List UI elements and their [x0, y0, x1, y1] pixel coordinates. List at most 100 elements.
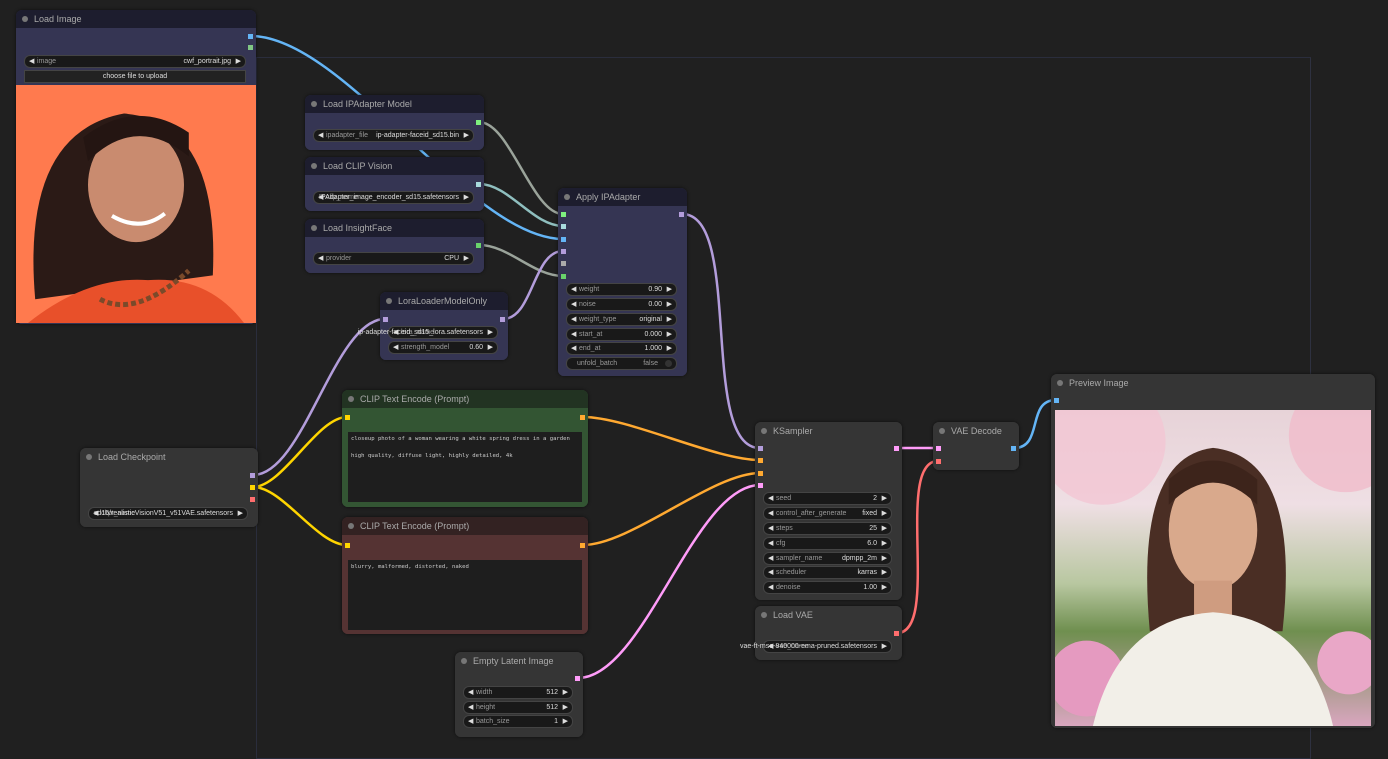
output-slot-insightface[interactable] — [476, 243, 481, 248]
output-slot-clip-vision[interactable] — [476, 182, 481, 187]
decrement-arrow-icon[interactable]: ◀ — [468, 702, 473, 713]
increment-arrow-icon[interactable]: ▶ — [563, 687, 568, 698]
increment-arrow-icon[interactable]: ▶ — [882, 508, 887, 519]
node-checkpoint[interactable]: Load Checkpoint ◀ ckpt_name sd15/realisticV… — [80, 448, 258, 527]
output-slot-ipadapter[interactable] — [476, 120, 481, 125]
increment-arrow-icon[interactable]: ▶ — [882, 553, 887, 564]
increment-arrow-icon[interactable]: ▶ — [882, 538, 887, 549]
input-slot-vae[interactable] — [936, 459, 941, 464]
decrement-arrow-icon[interactable]: ◀ — [318, 253, 323, 264]
input-slot-conditioning[interactable] — [758, 471, 763, 476]
link-clip[interactable] — [252, 485, 348, 547]
node-preview[interactable]: Preview Image — [1051, 374, 1375, 728]
input-slot-clip[interactable] — [345, 415, 350, 420]
collapse-dot-icon[interactable] — [311, 101, 317, 107]
link-model[interactable] — [502, 249, 564, 321]
link-image[interactable] — [1013, 398, 1057, 450]
input-slot-conditioning[interactable] — [758, 458, 763, 463]
output-slot-model[interactable] — [679, 212, 684, 217]
increment-arrow-icon[interactable]: ▶ — [464, 192, 469, 203]
input-slot-model[interactable] — [561, 249, 566, 254]
increment-arrow-icon[interactable]: ▶ — [488, 327, 493, 338]
widget-clip-name[interactable]: ◀ clip_name IPAdapter_image_encoder_sd15.s… — [313, 191, 474, 204]
input-slot-latent[interactable] — [758, 483, 763, 488]
node-title[interactable]: Load CLIP Vision — [305, 157, 484, 175]
widget-width[interactable]: ◀ width 512 ▶ — [463, 686, 573, 699]
collapse-dot-icon[interactable] — [461, 658, 467, 664]
link-latent[interactable] — [577, 483, 761, 680]
input-slot-model[interactable] — [383, 317, 388, 322]
output-slot-vae[interactable] — [250, 497, 255, 502]
widget-ipadapter-file[interactable]: ◀ ipadapter_file ip-adapter-faceid_sd15.bi… — [313, 129, 474, 142]
output-slot-image[interactable] — [248, 34, 253, 39]
link-ipadapter[interactable] — [478, 120, 564, 216]
decrement-arrow-icon[interactable]: ◀ — [768, 508, 773, 519]
input-slot-latent[interactable] — [936, 446, 941, 451]
widget-unfold-batch[interactable]: unfold_batch false — [566, 357, 677, 370]
output-slot-vae[interactable] — [894, 631, 899, 636]
node-title[interactable]: Load Checkpoint — [80, 448, 258, 466]
node-title[interactable]: Load IPAdapter Model — [305, 95, 484, 113]
increment-arrow-icon[interactable]: ▶ — [563, 702, 568, 713]
increment-arrow-icon[interactable]: ▶ — [236, 56, 241, 67]
increment-arrow-icon[interactable]: ▶ — [238, 508, 243, 519]
decrement-arrow-icon[interactable]: ◀ — [393, 342, 398, 353]
output-slot-image[interactable] — [1011, 446, 1016, 451]
decrement-arrow-icon[interactable]: ◀ — [571, 299, 576, 310]
widget-height[interactable]: ◀ height 512 ▶ — [463, 701, 573, 714]
node-graph-canvas[interactable]: Load Image ◀ image cwf_portrait.jpg ▶choose … — [0, 0, 1388, 759]
node-title[interactable]: Apply IPAdapter — [558, 188, 687, 206]
node-clip-neg[interactable]: CLIP Text Encode (Prompt) blurry, malform… — [342, 517, 588, 634]
decrement-arrow-icon[interactable]: ◀ — [29, 56, 34, 67]
increment-arrow-icon[interactable]: ▶ — [667, 284, 672, 295]
node-apply-ipadapter[interactable]: Apply IPAdapter ◀ weight 0.90 ▶ ◀ noise 0.00 ▶ ◀ w… — [558, 188, 687, 376]
decrement-arrow-icon[interactable]: ◀ — [571, 343, 576, 354]
output-slot-latent[interactable] — [575, 676, 580, 681]
collapse-dot-icon[interactable] — [564, 194, 570, 200]
collapse-dot-icon[interactable] — [761, 612, 767, 618]
decrement-arrow-icon[interactable]: ◀ — [571, 314, 576, 325]
node-title[interactable]: Load Image — [16, 10, 256, 28]
decrement-arrow-icon[interactable]: ◀ — [571, 284, 576, 295]
input-slot-ipadapter[interactable] — [561, 212, 566, 217]
widget-sampler-name[interactable]: ◀ sampler_name dpmpp_2m ▶ — [763, 552, 892, 565]
widget-ckpt-name[interactable]: ◀ ckpt_name sd15/realisticVisionV51_v51VAE… — [88, 507, 248, 520]
link-ipadapter[interactable] — [478, 243, 564, 278]
input-slot-image[interactable] — [1054, 398, 1059, 403]
decrement-arrow-icon[interactable]: ◀ — [768, 538, 773, 549]
widget-vae-name[interactable]: ◀ vae_name vae-ft-mse-840000-ema-pruned.sa… — [740, 640, 892, 653]
widget-provider[interactable]: ◀ provider CPU ▶ — [313, 252, 474, 265]
link-vae[interactable] — [896, 459, 939, 635]
decrement-arrow-icon[interactable]: ◀ — [768, 553, 773, 564]
output-slot-conditioning[interactable] — [580, 415, 585, 420]
collapse-dot-icon[interactable] — [22, 16, 28, 22]
node-insightface[interactable]: Load InsightFace ◀ provider CPU ▶ — [305, 219, 484, 273]
output-slot-latent[interactable] — [894, 446, 899, 451]
collapse-dot-icon[interactable] — [939, 428, 945, 434]
link-clip[interactable] — [252, 415, 348, 489]
node-title[interactable]: Load InsightFace — [305, 219, 484, 237]
decrement-arrow-icon[interactable]: ◀ — [318, 130, 323, 141]
collapse-dot-icon[interactable] — [1057, 380, 1063, 386]
collapse-dot-icon[interactable] — [348, 523, 354, 529]
node-title[interactable]: LoraLoaderModelOnly — [380, 292, 508, 310]
widget-control-after-generate[interactable]: ◀ control_after_generate fixed ▶ — [763, 507, 892, 520]
output-slot-clip[interactable] — [250, 485, 255, 490]
output-slot-mask[interactable] — [248, 45, 253, 50]
decrement-arrow-icon[interactable]: ◀ — [768, 582, 773, 593]
prompt-textarea[interactable]: blurry, malformed, distorted, naked — [348, 560, 582, 630]
collapse-dot-icon[interactable] — [311, 163, 317, 169]
increment-arrow-icon[interactable]: ▶ — [464, 130, 469, 141]
upload-button[interactable]: choose file to upload — [24, 70, 246, 83]
collapse-dot-icon[interactable] — [311, 225, 317, 231]
widget-denoise[interactable]: ◀ denoise 1.00 ▶ — [763, 581, 892, 594]
increment-arrow-icon[interactable]: ▶ — [882, 493, 887, 504]
output-slot-conditioning[interactable] — [580, 543, 585, 548]
increment-arrow-icon[interactable]: ▶ — [882, 641, 887, 652]
node-title[interactable]: Preview Image — [1051, 374, 1375, 392]
increment-arrow-icon[interactable]: ▶ — [488, 342, 493, 353]
decrement-arrow-icon[interactable]: ◀ — [768, 523, 773, 534]
node-clip-pos[interactable]: CLIP Text Encode (Prompt) closeup photo o… — [342, 390, 588, 507]
widget-image[interactable]: ◀ image cwf_portrait.jpg ▶ — [24, 55, 246, 68]
increment-arrow-icon[interactable]: ▶ — [882, 567, 887, 578]
